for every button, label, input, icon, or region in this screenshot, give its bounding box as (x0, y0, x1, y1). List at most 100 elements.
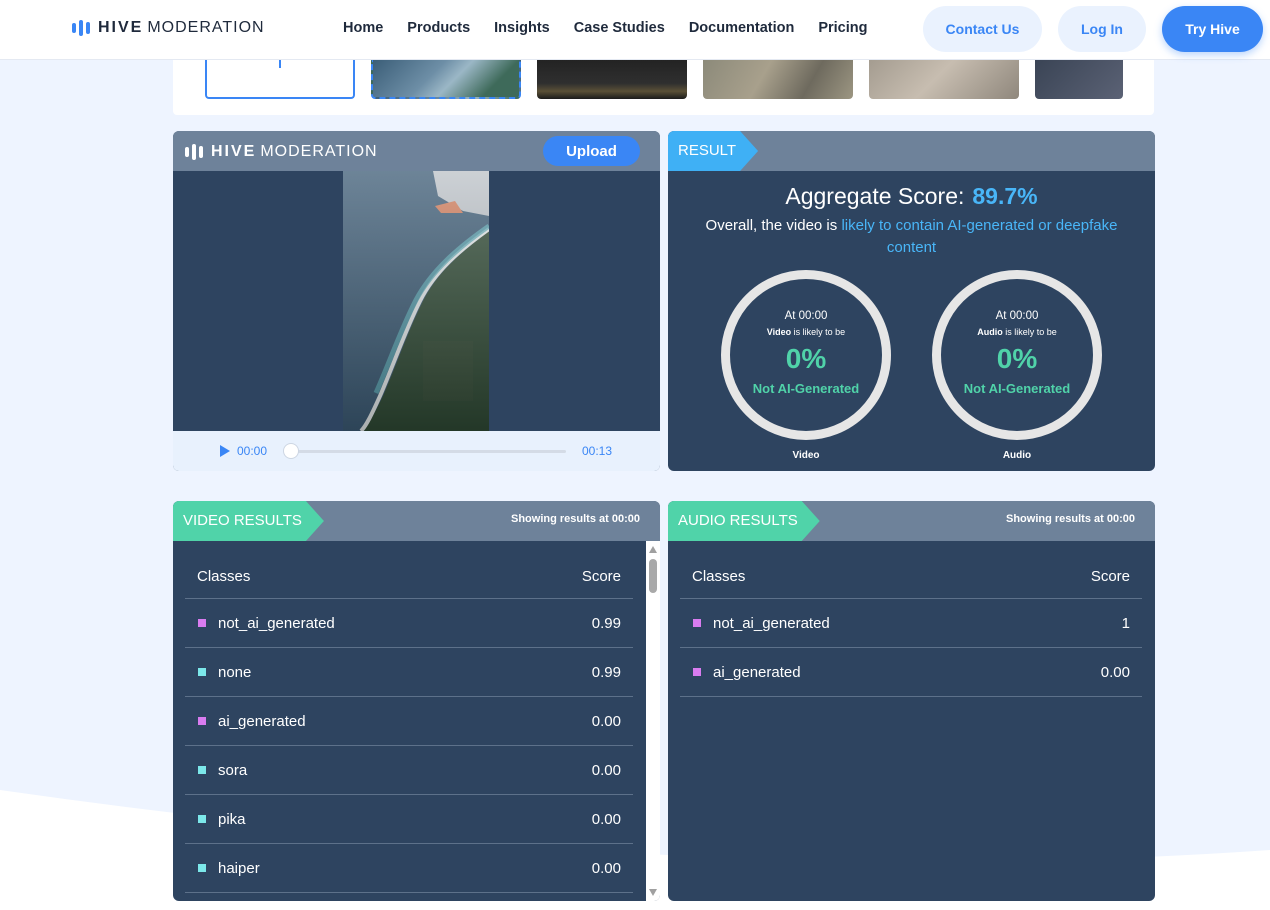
class-score: 0.00 (1100, 664, 1130, 681)
upload-button[interactable]: Upload (543, 136, 640, 166)
audio-gauge-time: At 00:00 (995, 310, 1039, 322)
audio-results-header: AUDIO RESULTS Showing results at 00:00 (668, 501, 1155, 541)
class-color-swatch (198, 864, 206, 872)
class-score: 1 (1121, 615, 1130, 632)
player-brand-name: HIVE MODERATION (211, 143, 378, 160)
class-name: not_ai_generated (218, 615, 335, 632)
overall-summary: Overall, the video is likely to contain … (668, 215, 1155, 259)
nav-case-studies[interactable]: Case Studies (574, 20, 665, 36)
seek-handle[interactable] (283, 443, 299, 459)
audio-gauge-likely: Audio is likely to be (977, 327, 1057, 337)
result-tag: RESULT (668, 131, 758, 171)
table-row: not_ai_generated 0.99 (185, 599, 633, 648)
table-row: none 0.99 (185, 648, 633, 697)
nav-documentation[interactable]: Documentation (689, 20, 795, 36)
class-color-swatch (198, 766, 206, 774)
thumbnail-cat[interactable] (869, 60, 1019, 99)
aggregate-label: Aggregate Score: (785, 183, 965, 209)
video-results-panel: VIDEO RESULTS Showing results at 00:00 C… (173, 501, 660, 901)
video-player-panel: HIVE MODERATION Upload 00:00 00:13 (173, 131, 660, 471)
scroll-up-arrow-icon[interactable] (649, 546, 657, 553)
overall-prefix: Overall, the video is (705, 217, 838, 234)
result-panel-header: RESULT (668, 131, 1155, 171)
nav-products[interactable]: Products (407, 20, 470, 36)
table-header: Classes Score (680, 541, 1142, 599)
log-in-button[interactable]: Log In (1058, 6, 1146, 52)
class-color-swatch (198, 619, 206, 627)
class-score: 0.00 (591, 860, 621, 877)
audio-results-table: Classes Score not_ai_generated 1 ai_gene… (680, 541, 1142, 697)
audio-gauge-verdict: Not AI-Generated (963, 381, 1071, 396)
audio-gauge: At 00:00 Audio is likely to be 0% Not AI… (932, 270, 1102, 440)
brand-name: HIVE MODERATION (98, 19, 265, 36)
video-results-table: Classes Score not_ai_generated 0.99 none… (185, 541, 633, 893)
class-score: 0.99 (591, 615, 621, 632)
class-color-swatch (693, 619, 701, 627)
thumbnail-coastline-selected[interactable] (371, 60, 521, 99)
nav-pricing[interactable]: Pricing (818, 20, 867, 36)
class-name: pika (218, 811, 246, 828)
video-gauge-likely: Video is likely to be (766, 327, 846, 337)
video-results-tag: VIDEO RESULTS (173, 501, 324, 541)
scroll-down-arrow-icon[interactable] (649, 889, 657, 896)
class-name: ai_generated (713, 664, 801, 681)
video-gauge-time: At 00:00 (784, 310, 828, 322)
player-logo: HIVE MODERATION (185, 143, 378, 161)
class-score: 0.00 (591, 762, 621, 779)
play-icon[interactable] (220, 445, 230, 457)
table-row: sora 0.00 (185, 746, 633, 795)
hive-logo[interactable]: HIVE MODERATION (72, 19, 265, 37)
table-row: ai_generated 0.00 (185, 697, 633, 746)
overall-highlight: likely to contain AI-generated or deepfa… (841, 217, 1118, 256)
class-score: 0.00 (591, 811, 621, 828)
class-score: 0.00 (591, 713, 621, 730)
nav-insights[interactable]: Insights (494, 20, 550, 36)
video-viewport[interactable] (173, 171, 660, 431)
sample-thumbnails (173, 60, 1154, 115)
top-navbar: HIVE MODERATION Home Products Insights Ca… (0, 0, 1270, 60)
video-panel-header: HIVE MODERATION Upload (173, 131, 660, 171)
thumbnail-partial[interactable] (1035, 60, 1123, 99)
video-results-showing: Showing results at 00:00 (511, 513, 640, 525)
thumbnail-upload[interactable] (205, 60, 355, 99)
class-color-swatch (198, 717, 206, 725)
col-score: Score (581, 568, 621, 585)
scroll-thumb[interactable] (649, 559, 657, 593)
class-score: 0.99 (591, 664, 621, 681)
video-gauge: At 00:00 Video is likely to be 0% Not AI… (721, 270, 891, 440)
col-classes: Classes (692, 568, 746, 585)
thumbnail-city-night[interactable] (537, 60, 687, 99)
hive-logo-icon (72, 20, 90, 36)
col-classes: Classes (197, 568, 251, 585)
video-gauge-verdict: Not AI-Generated (752, 381, 860, 396)
nav-home[interactable]: Home (343, 20, 383, 36)
class-name: haiper (218, 860, 260, 877)
video-results-scrollbar[interactable] (646, 541, 660, 901)
class-color-swatch (693, 668, 701, 676)
current-time: 00:00 (237, 444, 268, 458)
audio-results-showing: Showing results at 00:00 (1006, 513, 1135, 525)
table-row: haiper 0.00 (185, 844, 633, 893)
seek-bar[interactable] (291, 450, 566, 453)
table-row: not_ai_generated 1 (680, 599, 1142, 648)
contact-us-button[interactable]: Contact Us (923, 6, 1042, 52)
table-row: ai_generated 0.00 (680, 648, 1142, 697)
class-name: sora (218, 762, 248, 779)
video-gauge-label: Video (792, 450, 820, 461)
class-name: none (218, 664, 252, 681)
main-nav: Home Products Insights Case Studies Docu… (343, 20, 892, 36)
class-color-swatch (198, 668, 206, 676)
aggregate-value: 89.7% (972, 183, 1038, 209)
audio-gauge-percent: 0% (996, 343, 1038, 374)
table-row: pika 0.00 (185, 795, 633, 844)
try-hive-button[interactable]: Try Hive (1162, 6, 1263, 52)
audio-gauge-label: Audio (1002, 450, 1032, 461)
class-name: ai_generated (218, 713, 306, 730)
audio-results-tag: AUDIO RESULTS (668, 501, 820, 541)
video-results-header: VIDEO RESULTS Showing results at 00:00 (173, 501, 660, 541)
video-frame-image (343, 171, 489, 431)
video-frame-aerial-coastline (343, 171, 489, 431)
table-header: Classes Score (185, 541, 633, 599)
player-controls: 00:00 00:13 (173, 431, 660, 471)
thumbnail-street[interactable] (703, 60, 853, 99)
